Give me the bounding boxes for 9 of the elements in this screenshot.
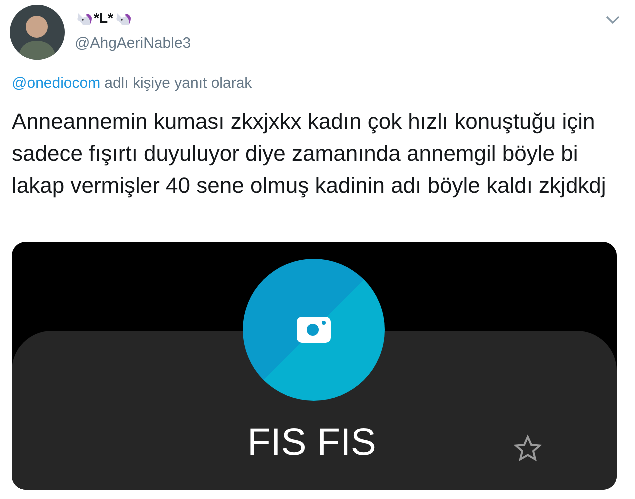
- chevron-down-icon[interactable]: [606, 15, 620, 25]
- contact-name: FIS FIS: [246, 421, 378, 466]
- reply-context: adlı kişiye yanıt olarak: [104, 74, 252, 94]
- mention-link[interactable]: @onediocom: [12, 73, 101, 96]
- display-name: *L*: [94, 9, 114, 28]
- star-icon[interactable]: [513, 434, 543, 464]
- tweet-text: Anneannemin kuması zkxjxkx kadın çok hızlı konuştuğu için sadece fışırtı duyuluyor diye zamanında annemgil böyle bi lakap vermişler 40 sene olmuş kadinin adı böyle kaldı zkjdkdj: [11, 108, 608, 200]
- camera-icon: [297, 317, 331, 343]
- user-handle: @AhgAeriNable3: [75, 34, 192, 54]
